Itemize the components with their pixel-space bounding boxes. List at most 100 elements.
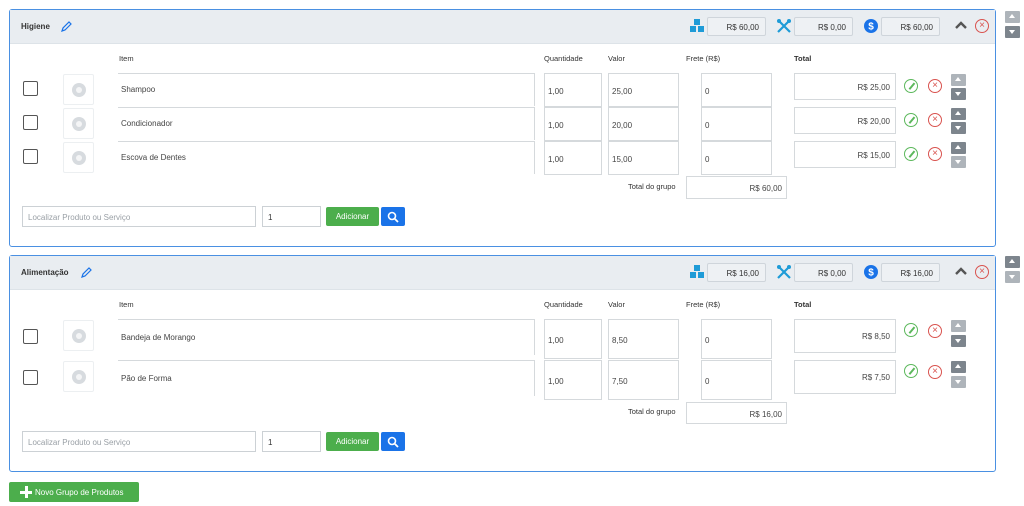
valor-field[interactable]: 15,00 [608, 141, 679, 175]
group-name: Alimentação [21, 268, 69, 277]
item-name-field[interactable]: Escova de Dentes [118, 141, 535, 174]
move-down-button[interactable] [951, 335, 966, 347]
group-move-down-button[interactable] [1005, 26, 1020, 38]
camera-placeholder-icon [63, 74, 94, 105]
search-button[interactable] [381, 432, 405, 451]
move-down-button[interactable] [951, 156, 966, 168]
row-total-field: R$ 7,50 [794, 360, 896, 394]
move-down-button[interactable] [951, 376, 966, 388]
item-name-field[interactable]: Bandeja de Morango [118, 319, 535, 355]
quantity-input[interactable]: 1 [262, 206, 321, 227]
row-checkbox[interactable] [23, 370, 38, 385]
tools-icon [777, 265, 791, 279]
col-header-valor: Valor [608, 300, 625, 309]
move-down-button[interactable] [951, 88, 966, 100]
col-header-item: Item [119, 300, 134, 309]
close-circle-icon[interactable]: × [928, 365, 942, 379]
frete-field[interactable]: 0 [701, 141, 772, 175]
group-move-up-button[interactable] [1005, 11, 1020, 23]
products-total-box: R$ 60,00 [707, 17, 766, 36]
group-header: Higiene R$ 60,00 R$ 0,00 $ R$ 60,00 × [10, 10, 995, 44]
row-total-field: R$ 25,00 [794, 73, 896, 100]
row-checkbox[interactable] [23, 329, 38, 344]
pencil-circle-icon[interactable] [904, 364, 918, 378]
dollar-circle-icon: $ [864, 265, 878, 279]
group-total-field: R$ 60,00 [686, 176, 787, 199]
row-total-field: R$ 8,50 [794, 319, 896, 353]
valor-field[interactable]: 7,50 [608, 360, 679, 400]
quantity-input[interactable]: 1 [262, 431, 321, 452]
group-total-label: Total do grupo [628, 182, 676, 191]
group-move-down-button[interactable] [1005, 271, 1020, 283]
quantidade-field[interactable]: 1,00 [544, 319, 602, 359]
search-icon [387, 436, 399, 448]
pencil-circle-icon[interactable] [904, 79, 918, 93]
price-total-box: R$ 60,00 [881, 17, 940, 36]
price-total-box: R$ 16,00 [881, 263, 940, 282]
dollar-circle-icon: $ [864, 19, 878, 33]
products-total-box: R$ 16,00 [707, 263, 766, 282]
group-total-field: R$ 16,00 [686, 402, 787, 424]
valor-field[interactable]: 20,00 [608, 107, 679, 141]
camera-placeholder-icon [63, 320, 94, 351]
group-total-label: Total do grupo [628, 407, 676, 416]
plus-icon [20, 486, 32, 498]
valor-field[interactable]: 25,00 [608, 73, 679, 107]
move-down-button[interactable] [951, 122, 966, 134]
search-input[interactable]: Localizar Produto ou Serviço [22, 206, 256, 227]
camera-placeholder-icon [63, 108, 94, 139]
search-button[interactable] [381, 207, 405, 226]
quantidade-field[interactable]: 1,00 [544, 141, 602, 175]
move-up-button[interactable] [951, 361, 966, 373]
item-name-field[interactable]: Pão de Forma [118, 360, 535, 396]
new-group-label: Novo Grupo de Produtos [35, 488, 124, 497]
chevron-up-icon[interactable] [954, 266, 968, 276]
group-name: Higiene [21, 22, 50, 31]
pencil-circle-icon[interactable] [904, 147, 918, 161]
item-name-field[interactable]: Condicionador [118, 107, 535, 140]
close-circle-icon[interactable]: × [975, 19, 989, 33]
frete-field[interactable]: 0 [701, 319, 772, 359]
camera-placeholder-icon [63, 142, 94, 173]
svg-text:$: $ [868, 22, 874, 33]
close-circle-icon[interactable]: × [928, 113, 942, 127]
row-checkbox[interactable] [23, 149, 38, 164]
product-group-higiene: Higiene R$ 60,00 R$ 0,00 $ R$ 60,00 × It… [9, 9, 996, 247]
close-circle-icon[interactable]: × [975, 265, 989, 279]
chevron-up-icon[interactable] [954, 20, 968, 30]
col-header-valor: Valor [608, 54, 625, 63]
pencil-icon[interactable] [61, 21, 72, 32]
move-up-button[interactable] [951, 108, 966, 120]
item-name-field[interactable]: Shampoo [118, 73, 535, 106]
group-move-up-button[interactable] [1005, 256, 1020, 268]
search-input[interactable]: Localizar Produto ou Serviço [22, 431, 256, 452]
pencil-circle-icon[interactable] [904, 323, 918, 337]
pencil-circle-icon[interactable] [904, 113, 918, 127]
quantidade-field[interactable]: 1,00 [544, 360, 602, 400]
move-up-button[interactable] [951, 320, 966, 332]
row-checkbox[interactable] [23, 81, 38, 96]
move-up-button[interactable] [951, 74, 966, 86]
valor-field[interactable]: 8,50 [608, 319, 679, 359]
frete-field[interactable]: 0 [701, 360, 772, 400]
move-up-button[interactable] [951, 142, 966, 154]
col-header-quantidade: Quantidade [544, 54, 583, 63]
pencil-icon[interactable] [81, 267, 92, 278]
col-header-item: Item [119, 54, 134, 63]
quantidade-field[interactable]: 1,00 [544, 107, 602, 141]
col-header-frete: Frete (R$) [686, 54, 721, 63]
close-circle-icon[interactable]: × [928, 324, 942, 338]
add-button[interactable]: Adicionar [326, 207, 379, 226]
frete-field[interactable]: 0 [701, 73, 772, 107]
frete-field[interactable]: 0 [701, 107, 772, 141]
col-header-total: Total [794, 300, 812, 309]
close-circle-icon[interactable]: × [928, 147, 942, 161]
new-group-button[interactable]: Novo Grupo de Produtos [9, 482, 139, 502]
product-group-alimentacao: Alimentação R$ 16,00 R$ 0,00 $ R$ 16,00 … [9, 255, 996, 472]
add-button[interactable]: Adicionar [326, 432, 379, 451]
boxes-icon [690, 265, 704, 278]
quantidade-field[interactable]: 1,00 [544, 73, 602, 107]
row-checkbox[interactable] [23, 115, 38, 130]
search-icon [387, 211, 399, 223]
close-circle-icon[interactable]: × [928, 79, 942, 93]
